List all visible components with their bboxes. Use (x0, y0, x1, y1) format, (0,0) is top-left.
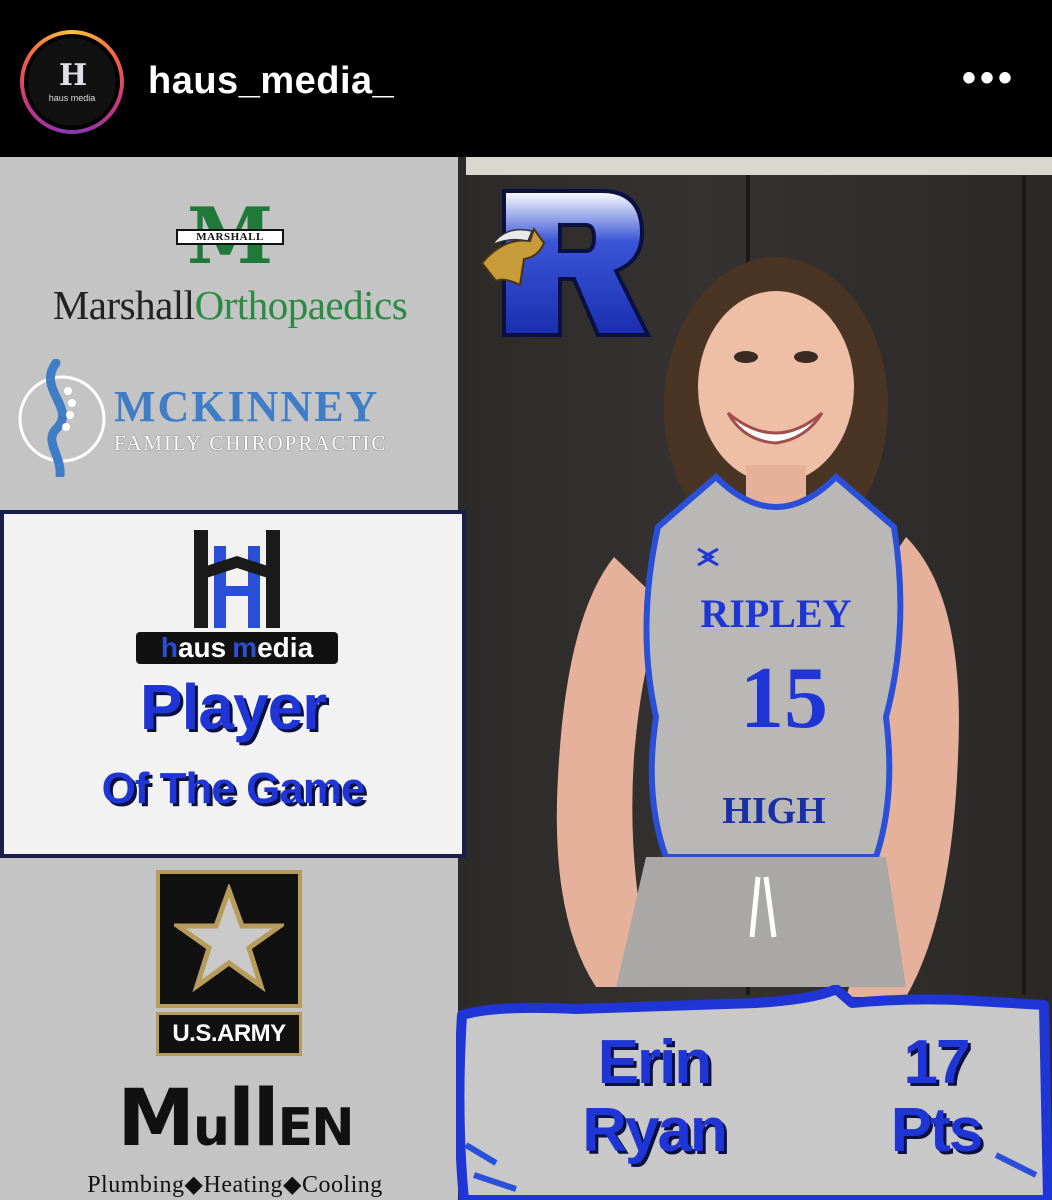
spine-icon (18, 359, 106, 477)
avatar-logo-text: haus media (48, 93, 96, 103)
mullen-name-ll: ll (228, 1074, 280, 1164)
marshall-m-icon: M MARSHALL (176, 198, 284, 276)
haus-wordmark-edia: edia (257, 632, 314, 663)
post-header: H haus media haus_media_ ••• (0, 0, 1052, 157)
player-first-name: Erin (597, 1028, 713, 1097)
profile-avatar[interactable]: H haus media (20, 30, 124, 134)
post-image[interactable]: M MARSHALL MarshallOrthopaedics MCKINNEY… (0, 157, 1052, 1200)
haus-wordmark-h: h (160, 632, 178, 663)
avatar-image: H haus media (24, 34, 120, 130)
player-stats-caption: Erin Ryan 17 Pts (456, 985, 1052, 1200)
us-army-logo: U.S.ARMY (156, 870, 302, 1062)
points-value: 17 (903, 1028, 971, 1097)
mckinney-subtitle: FAMILY CHIROPRACTIC (114, 431, 388, 455)
mullen-name-u: u (193, 1098, 230, 1158)
avatar-logo-letter: H (58, 58, 87, 93)
mullen-services: Plumbing◆Heating◆Cooling (87, 1172, 383, 1198)
haus-wordmark-m: m (232, 632, 258, 663)
haus-wordmark-aus: aus (177, 632, 227, 663)
player-last-name: Ryan (582, 1096, 728, 1165)
award-subtitle: Of The Game (101, 764, 366, 813)
marshall-band-text: MARSHALL (176, 229, 284, 245)
profile-username[interactable]: haus_media_ (148, 60, 394, 103)
mckinney-name: MCKINNEY (114, 382, 380, 431)
points-unit: Pts (890, 1096, 983, 1165)
marshall-orthopaedics-logo: M MARSHALL MarshallOrthopaedics (40, 198, 420, 329)
mullen-logo: MullEN Plumbing◆Heating◆Cooling (40, 1077, 430, 1199)
mullen-name-m: M (117, 1074, 195, 1164)
jersey-team-text: RIPLEY (700, 591, 851, 636)
marshall-name-part2: Orthopaedics (194, 282, 408, 328)
award-title: Player (139, 671, 327, 743)
star-icon (174, 884, 284, 993)
marshall-name-part1: Marshall (52, 282, 195, 328)
mckinney-chiropractic-logo: MCKINNEY FAMILY CHIROPRACTIC (16, 357, 416, 477)
player-of-the-game-card: haus media Player Of The Game (0, 510, 466, 858)
more-options-icon[interactable]: ••• (962, 58, 1016, 98)
mullen-name-en: EN (277, 1098, 355, 1158)
army-star-badge (156, 870, 302, 1008)
jersey-number-text: 15 (740, 650, 828, 747)
jersey-school-text: HIGH (722, 790, 825, 832)
mullen-name: MullEN (40, 1077, 430, 1170)
marshall-name: MarshallOrthopaedics (40, 281, 420, 329)
haus-media-wordmark: haus media (136, 632, 338, 664)
haus-media-h-icon (194, 530, 280, 628)
army-label: U.S.ARMY (156, 1012, 302, 1056)
